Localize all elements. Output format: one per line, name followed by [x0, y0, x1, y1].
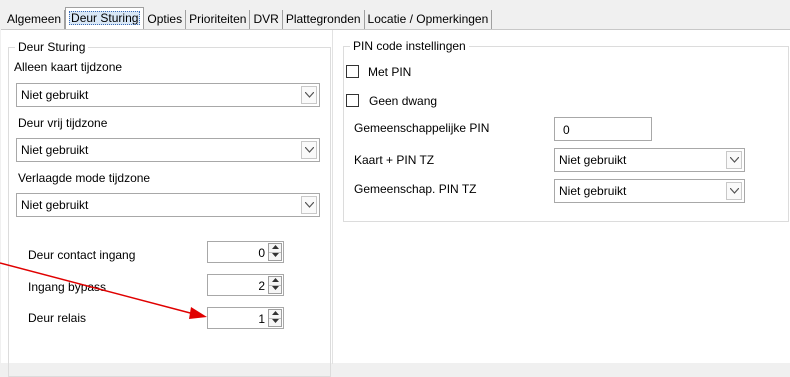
tab-bar: Algemeen Deur Sturing Opties Prioriteite… [4, 7, 493, 29]
reduced-mode-timezone-value: Niet gebruikt [21, 198, 89, 212]
card-only-timezone-select[interactable]: Niet gebruikt [16, 83, 320, 107]
tab-prioriteiten[interactable]: Prioriteiten [186, 10, 251, 29]
spin-buttons[interactable] [268, 276, 282, 294]
tab-locatie-opmerkingen[interactable]: Locatie / Opmerkingen [365, 10, 493, 29]
common-pin-tz-select[interactable]: Niet gebruikt [554, 179, 745, 203]
spin-buttons[interactable] [268, 309, 282, 327]
reduced-mode-timezone-label: Verlaagde mode tijdzone [18, 171, 151, 185]
with-pin-label: Met PIN [368, 65, 412, 79]
common-pin-value: 0 [563, 123, 570, 137]
door-control-legend: Deur Sturing [15, 40, 89, 54]
door-contact-input-stepper[interactable]: 0 [207, 241, 284, 263]
with-pin-checkbox[interactable] [346, 65, 359, 78]
card-only-timezone-value: Niet gebruikt [21, 88, 89, 102]
chevron-down-icon[interactable] [726, 182, 742, 200]
tab-opties[interactable]: Opties [144, 10, 187, 29]
spin-down-icon[interactable] [269, 318, 281, 326]
common-pin-tz-value: Niet gebruikt [559, 184, 627, 198]
door-contact-input-value: 0 [258, 246, 265, 260]
door-contact-input-label: Deur contact ingang [28, 248, 136, 262]
tab-algemeen[interactable]: Algemeen [4, 10, 66, 29]
door-free-timezone-label: Deur vrij tijdzone [18, 116, 108, 130]
door-free-timezone-select[interactable]: Niet gebruikt [16, 138, 320, 162]
door-free-timezone-value: Niet gebruikt [21, 143, 89, 157]
chevron-down-icon[interactable] [301, 196, 317, 214]
pin-settings-legend: PIN code instellingen [350, 39, 469, 53]
common-pin-tz-label: Gemeenschap. PIN TZ [354, 182, 477, 196]
door-relay-value: 1 [258, 312, 265, 326]
input-bypass-label: Ingang bypass [28, 280, 107, 294]
card-only-timezone-label: Alleen kaart tijdzone [14, 60, 123, 74]
spin-down-icon[interactable] [269, 285, 281, 293]
chevron-down-icon[interactable] [301, 86, 317, 104]
reduced-mode-timezone-select[interactable]: Niet gebruikt [16, 193, 320, 217]
common-pin-field[interactable]: 0 [554, 117, 652, 141]
card-pin-tz-label: Kaart + PIN TZ [354, 153, 435, 167]
tab-deur-sturing[interactable]: Deur Sturing [65, 7, 145, 29]
spin-down-icon[interactable] [269, 252, 281, 260]
chevron-down-icon[interactable] [726, 151, 742, 169]
door-relay-label: Deur relais [28, 311, 87, 325]
spin-buttons[interactable] [268, 243, 282, 261]
tab-plattegronden[interactable]: Plattegronden [283, 10, 365, 29]
no-duress-checkbox[interactable] [346, 94, 359, 107]
card-pin-tz-value: Niet gebruikt [559, 153, 627, 167]
tab-dvr[interactable]: DVR [250, 10, 283, 29]
input-bypass-value: 2 [258, 279, 265, 293]
common-pin-label: Gemeenschappelijke PIN [354, 121, 490, 135]
door-relay-stepper[interactable]: 1 [207, 307, 284, 329]
column-divider [332, 30, 333, 364]
card-pin-tz-select[interactable]: Niet gebruikt [554, 148, 745, 172]
tab-panel: Deur Sturing Alleen kaart tijdzone Niet … [1, 29, 790, 377]
chevron-down-icon[interactable] [301, 141, 317, 159]
no-duress-label: Geen dwang [369, 94, 438, 108]
input-bypass-stepper[interactable]: 2 [207, 274, 284, 296]
